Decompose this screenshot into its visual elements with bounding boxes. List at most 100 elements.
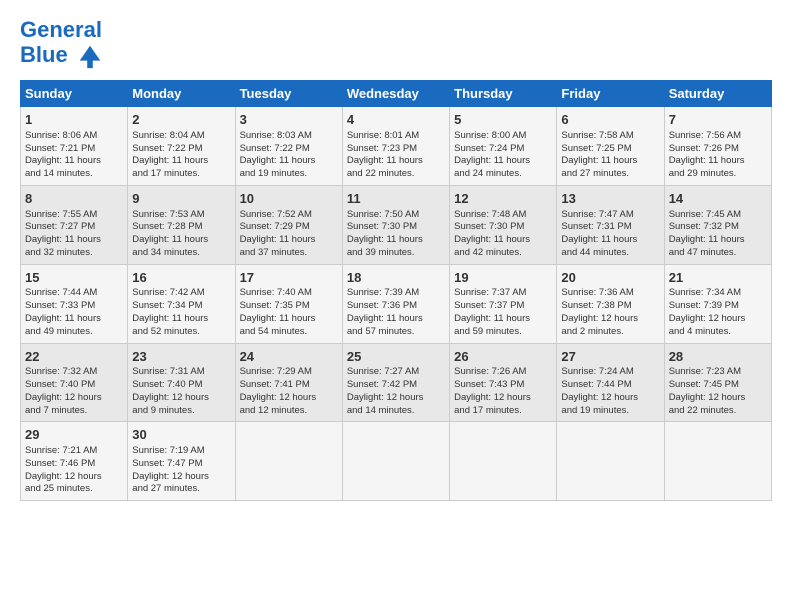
calendar-cell: 14Sunrise: 7:45 AMSunset: 7:32 PMDayligh…: [664, 185, 771, 264]
day-info: and 39 minutes.: [347, 247, 445, 260]
day-info: and 52 minutes.: [132, 326, 230, 339]
day-info: and 2 minutes.: [561, 326, 659, 339]
day-info: Sunset: 7:45 PM: [669, 379, 767, 392]
day-info: Sunrise: 7:24 AM: [561, 366, 659, 379]
calendar-cell: 2Sunrise: 8:04 AMSunset: 7:22 PMDaylight…: [128, 107, 235, 186]
calendar-table: SundayMondayTuesdayWednesdayThursdayFrid…: [20, 80, 772, 501]
day-info: Sunrise: 8:01 AM: [347, 130, 445, 143]
week-row-2: 8Sunrise: 7:55 AMSunset: 7:27 PMDaylight…: [21, 185, 772, 264]
day-number: 4: [347, 111, 445, 129]
day-info: Daylight: 12 hours: [561, 392, 659, 405]
day-number: 24: [240, 348, 338, 366]
calendar-cell: 16Sunrise: 7:42 AMSunset: 7:34 PMDayligh…: [128, 264, 235, 343]
header-monday: Monday: [128, 81, 235, 107]
day-number: 1: [25, 111, 123, 129]
day-info: Sunrise: 7:39 AM: [347, 287, 445, 300]
day-info: and 12 minutes.: [240, 405, 338, 418]
day-info: Sunset: 7:41 PM: [240, 379, 338, 392]
day-info: and 57 minutes.: [347, 326, 445, 339]
calendar-cell: 30Sunrise: 7:19 AMSunset: 7:47 PMDayligh…: [128, 422, 235, 501]
day-info: Sunrise: 7:48 AM: [454, 209, 552, 222]
day-info: Daylight: 11 hours: [347, 234, 445, 247]
day-info: Sunset: 7:34 PM: [132, 300, 230, 313]
day-info: Sunset: 7:40 PM: [25, 379, 123, 392]
day-number: 5: [454, 111, 552, 129]
calendar-cell: [235, 422, 342, 501]
day-info: Sunset: 7:39 PM: [669, 300, 767, 313]
calendar-cell: 3Sunrise: 8:03 AMSunset: 7:22 PMDaylight…: [235, 107, 342, 186]
day-info: Sunset: 7:22 PM: [240, 143, 338, 156]
calendar-cell: [342, 422, 449, 501]
day-info: Daylight: 11 hours: [25, 313, 123, 326]
logo-text2: Blue: [20, 42, 104, 70]
day-info: Sunset: 7:35 PM: [240, 300, 338, 313]
day-info: Sunrise: 7:21 AM: [25, 445, 123, 458]
day-info: Daylight: 11 hours: [132, 313, 230, 326]
day-info: and 9 minutes.: [132, 405, 230, 418]
logo-text: General: [20, 18, 104, 42]
day-number: 2: [132, 111, 230, 129]
day-info: Sunset: 7:30 PM: [454, 221, 552, 234]
day-info: Daylight: 12 hours: [669, 313, 767, 326]
calendar-cell: 7Sunrise: 7:56 AMSunset: 7:26 PMDaylight…: [664, 107, 771, 186]
day-number: 12: [454, 190, 552, 208]
day-info: and 17 minutes.: [454, 405, 552, 418]
week-row-5: 29Sunrise: 7:21 AMSunset: 7:46 PMDayligh…: [21, 422, 772, 501]
day-info: Sunset: 7:26 PM: [669, 143, 767, 156]
calendar-cell: 4Sunrise: 8:01 AMSunset: 7:23 PMDaylight…: [342, 107, 449, 186]
day-info: Sunrise: 7:56 AM: [669, 130, 767, 143]
day-info: Daylight: 11 hours: [240, 155, 338, 168]
day-info: Daylight: 11 hours: [561, 155, 659, 168]
day-info: Daylight: 11 hours: [454, 313, 552, 326]
day-info: Sunrise: 7:53 AM: [132, 209, 230, 222]
calendar-cell: 27Sunrise: 7:24 AMSunset: 7:44 PMDayligh…: [557, 343, 664, 422]
day-info: Daylight: 11 hours: [669, 155, 767, 168]
day-info: Sunrise: 7:36 AM: [561, 287, 659, 300]
day-number: 28: [669, 348, 767, 366]
day-number: 8: [25, 190, 123, 208]
calendar-cell: 18Sunrise: 7:39 AMSunset: 7:36 PMDayligh…: [342, 264, 449, 343]
day-info: Sunrise: 7:19 AM: [132, 445, 230, 458]
day-info: and 22 minutes.: [669, 405, 767, 418]
calendar-cell: 24Sunrise: 7:29 AMSunset: 7:41 PMDayligh…: [235, 343, 342, 422]
calendar-cell: 25Sunrise: 7:27 AMSunset: 7:42 PMDayligh…: [342, 343, 449, 422]
day-info: Sunset: 7:27 PM: [25, 221, 123, 234]
calendar-cell: 9Sunrise: 7:53 AMSunset: 7:28 PMDaylight…: [128, 185, 235, 264]
calendar-cell: 5Sunrise: 8:00 AMSunset: 7:24 PMDaylight…: [450, 107, 557, 186]
day-number: 3: [240, 111, 338, 129]
day-info: and 25 minutes.: [25, 483, 123, 496]
day-info: and 7 minutes.: [25, 405, 123, 418]
logo: General Blue: [20, 18, 104, 70]
calendar-cell: 12Sunrise: 7:48 AMSunset: 7:30 PMDayligh…: [450, 185, 557, 264]
calendar-cell: 15Sunrise: 7:44 AMSunset: 7:33 PMDayligh…: [21, 264, 128, 343]
day-info: Sunrise: 7:27 AM: [347, 366, 445, 379]
day-info: Sunrise: 7:37 AM: [454, 287, 552, 300]
day-info: and 54 minutes.: [240, 326, 338, 339]
day-info: and 44 minutes.: [561, 247, 659, 260]
day-info: and 19 minutes.: [561, 405, 659, 418]
day-info: and 19 minutes.: [240, 168, 338, 181]
day-info: and 27 minutes.: [132, 483, 230, 496]
day-info: Sunrise: 7:40 AM: [240, 287, 338, 300]
day-info: Daylight: 11 hours: [561, 234, 659, 247]
day-info: Sunset: 7:33 PM: [25, 300, 123, 313]
calendar-cell: 19Sunrise: 7:37 AMSunset: 7:37 PMDayligh…: [450, 264, 557, 343]
day-info: Sunset: 7:38 PM: [561, 300, 659, 313]
day-number: 11: [347, 190, 445, 208]
calendar-cell: 17Sunrise: 7:40 AMSunset: 7:35 PMDayligh…: [235, 264, 342, 343]
calendar-cell: 13Sunrise: 7:47 AMSunset: 7:31 PMDayligh…: [557, 185, 664, 264]
day-info: and 14 minutes.: [25, 168, 123, 181]
day-info: Daylight: 11 hours: [454, 155, 552, 168]
day-info: Sunset: 7:23 PM: [347, 143, 445, 156]
calendar-cell: 11Sunrise: 7:50 AMSunset: 7:30 PMDayligh…: [342, 185, 449, 264]
day-info: Daylight: 11 hours: [347, 313, 445, 326]
day-info: Daylight: 12 hours: [240, 392, 338, 405]
day-info: and 17 minutes.: [132, 168, 230, 181]
day-number: 18: [347, 269, 445, 287]
day-info: Daylight: 11 hours: [25, 234, 123, 247]
day-info: and 47 minutes.: [669, 247, 767, 260]
day-number: 19: [454, 269, 552, 287]
header: General Blue: [20, 18, 772, 70]
day-info: Sunset: 7:31 PM: [561, 221, 659, 234]
day-info: Daylight: 11 hours: [132, 234, 230, 247]
